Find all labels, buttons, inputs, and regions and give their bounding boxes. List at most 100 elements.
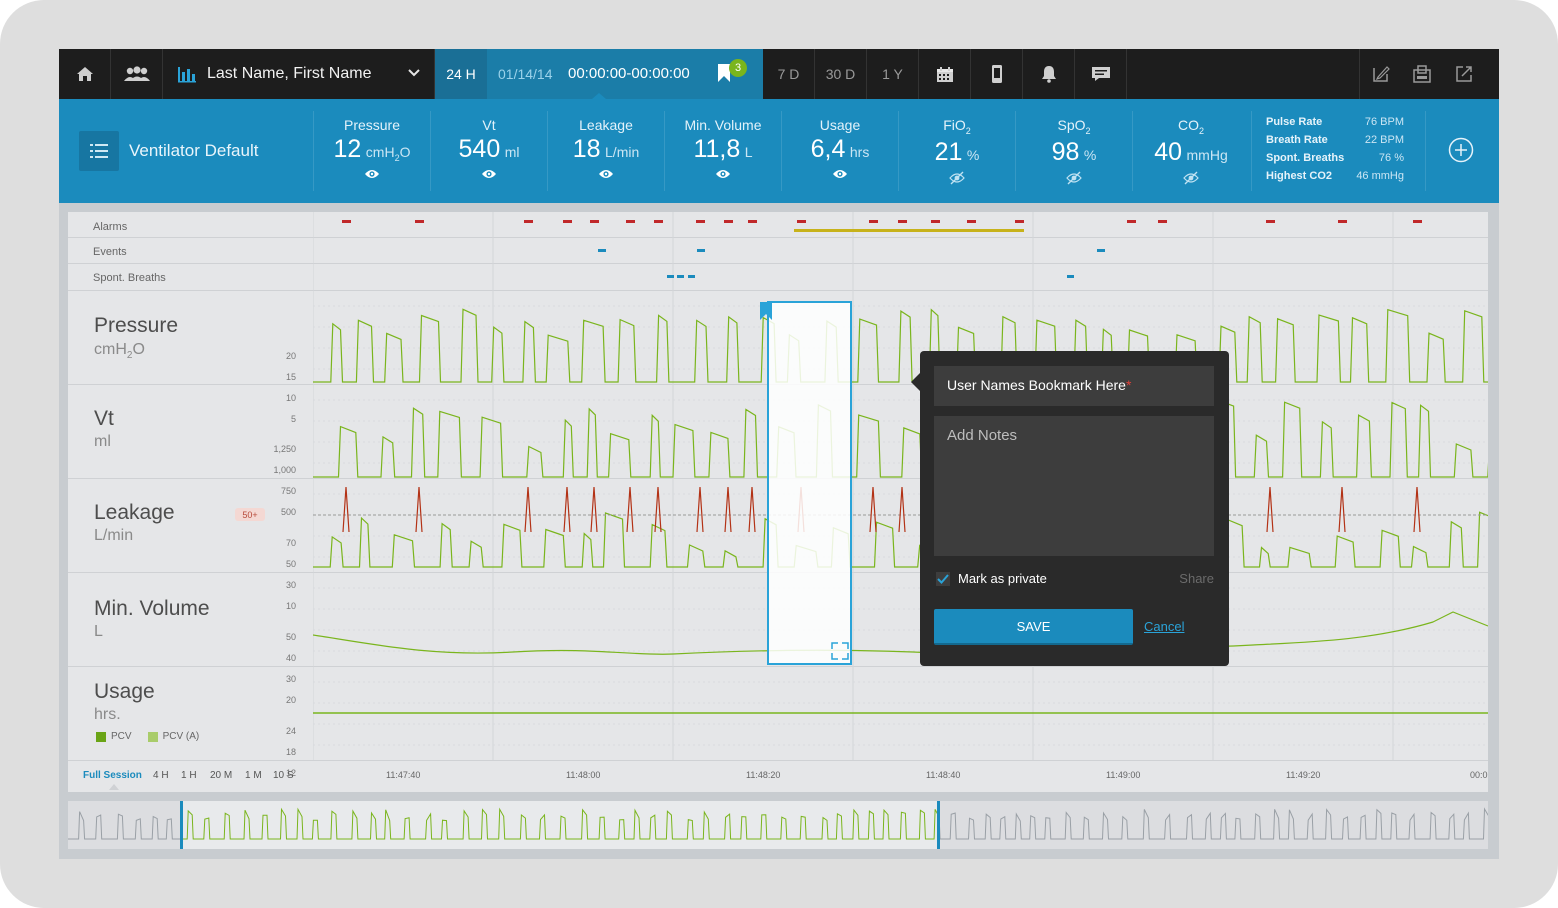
tick-label: 40 (285, 653, 296, 663)
metric-fio2[interactable]: FiO2 21 % (898, 111, 1015, 191)
metric-pressure[interactable]: Pressure 12 cmH2O (313, 111, 430, 191)
device-frame: Last Name, First Name 24 H 01/14/14 00:0… (0, 0, 1558, 908)
eye-hidden-icon[interactable] (1182, 171, 1200, 185)
save-file-button[interactable] (1401, 49, 1443, 99)
zoom-1h[interactable]: 1 H (181, 770, 197, 781)
save-button[interactable]: SAVE (934, 609, 1133, 645)
selection-bookmark-flag (760, 302, 772, 320)
annotate-button[interactable] (1359, 49, 1401, 99)
alarm-marker (696, 220, 705, 223)
leak-spike (696, 486, 704, 533)
add-metric-button[interactable] (1448, 137, 1474, 163)
tick-label: 5 (290, 414, 296, 424)
calendar-button[interactable] (919, 49, 971, 99)
check-icon (937, 574, 949, 584)
leak-spike (724, 486, 732, 533)
alarm-marker (1158, 220, 1167, 223)
tick-label: 500 (280, 507, 296, 517)
eye-hidden-icon[interactable] (948, 171, 966, 185)
zoom-full-session[interactable]: Full Session (83, 770, 142, 781)
metric-label: FiO2 (943, 117, 971, 136)
eye-hidden-icon[interactable] (1065, 171, 1083, 185)
metric-value: 11,8 (693, 135, 741, 163)
range-30d-button[interactable]: 30 D (815, 49, 867, 99)
home-button[interactable] (59, 49, 111, 99)
tick-label: 70 (285, 538, 296, 548)
overview-handle-left (180, 801, 183, 849)
waveform-plot[interactable] (313, 212, 1488, 760)
leak-spike (654, 486, 662, 533)
metric-unit: ml (504, 144, 520, 160)
device-button[interactable] (971, 49, 1023, 99)
cancel-link[interactable]: Cancel (1144, 619, 1184, 634)
bookmark-title-input[interactable]: User Names Bookmark Here* (934, 366, 1214, 406)
alarm-marker (724, 220, 733, 223)
messages-button[interactable] (1075, 49, 1127, 99)
metric-min-volume[interactable]: Min. Volume 11,8 L (664, 111, 781, 191)
range-24h-button[interactable]: 24 H (435, 49, 487, 99)
usage-legend: PCV PCV (A) (96, 731, 199, 742)
range-1y-button[interactable]: 1 Y (867, 49, 919, 99)
metric-co2[interactable]: CO2 40 mmHg (1132, 111, 1249, 191)
metric-unit: L (744, 144, 753, 160)
leak-spike (524, 486, 532, 533)
spont-breath-marker (1067, 275, 1074, 278)
leakage-trace (313, 511, 1488, 568)
leak-spike (1266, 486, 1274, 533)
preset-name: Ventilator Default (129, 141, 259, 160)
range-time[interactable]: 00:00:00-00:00:00 (568, 65, 690, 82)
bookmark-notes-input[interactable]: Add Notes (934, 416, 1214, 556)
metric-vt[interactable]: Vt 540 ml (430, 111, 547, 191)
pressure-trace (313, 308, 1488, 383)
overview-navigator[interactable] (68, 801, 1490, 849)
preset-selector[interactable]: Ventilator Default (79, 131, 258, 171)
metric-label: CO2 (1177, 117, 1204, 136)
range-7d-button[interactable]: 7 D (763, 49, 815, 99)
metric-usage[interactable]: Usage 6,4 hrs (781, 111, 898, 191)
tick-label: 750 (280, 486, 296, 496)
channel-unit-min-volume: L (94, 623, 103, 640)
spont-breath-marker (688, 275, 695, 278)
zoom-1m[interactable]: 1 M (245, 770, 262, 781)
share-link[interactable]: Share (1179, 571, 1214, 586)
annotate-icon (1372, 66, 1390, 82)
notifications-button[interactable] (1023, 49, 1075, 99)
message-icon (1091, 67, 1110, 81)
calendar-icon (936, 66, 953, 82)
metric-spo2[interactable]: SpO2 98 % (1015, 111, 1132, 191)
eye-icon[interactable] (364, 168, 380, 180)
patient-selector[interactable]: Last Name, First Name (163, 49, 435, 99)
extra-breath-rate: Breath Rate 22 BPM (1266, 134, 1404, 146)
metric-unit: mmHg (1186, 146, 1228, 163)
patients-button[interactable] (111, 49, 163, 99)
channel-title-min-volume: Min. Volume (94, 597, 210, 620)
alarm-marker (415, 220, 424, 223)
range-date[interactable]: 01/14/14 (498, 66, 553, 82)
alarm-marker (869, 220, 878, 223)
export-button[interactable] (1443, 49, 1485, 99)
metric-value: 18 (572, 135, 601, 163)
metric-leakage[interactable]: Leakage 18 L/min (547, 111, 664, 191)
alarm-marker (1413, 220, 1422, 223)
private-checkbox[interactable] (936, 572, 950, 586)
zoom-10s[interactable]: 10 S (273, 770, 294, 781)
x-tick: 00:0 (1470, 770, 1488, 780)
channel-unit-usage: hrs. (94, 706, 121, 723)
vt-trace (313, 399, 1488, 478)
lane-label-events: Events (93, 246, 127, 258)
metric-label: Vt (482, 117, 496, 133)
channel-title-usage: Usage (94, 680, 155, 703)
eye-icon[interactable] (598, 168, 614, 180)
eye-icon[interactable] (715, 168, 731, 180)
channel-unit-leakage: L/min (94, 527, 134, 544)
metric-label: Min. Volume (684, 117, 762, 133)
spont-breath-marker (667, 275, 674, 278)
eye-icon[interactable] (832, 168, 848, 180)
event-marker (598, 249, 606, 252)
eye-icon[interactable] (481, 168, 497, 180)
range-selector: 24 H 01/14/14 00:00:00-00:00:00 3 (435, 49, 763, 99)
zoom-4h[interactable]: 4 H (153, 770, 169, 781)
legend-label-pcv: PCV (111, 731, 132, 742)
tick-label: 30 (285, 580, 296, 590)
zoom-20m[interactable]: 20 M (210, 770, 232, 781)
